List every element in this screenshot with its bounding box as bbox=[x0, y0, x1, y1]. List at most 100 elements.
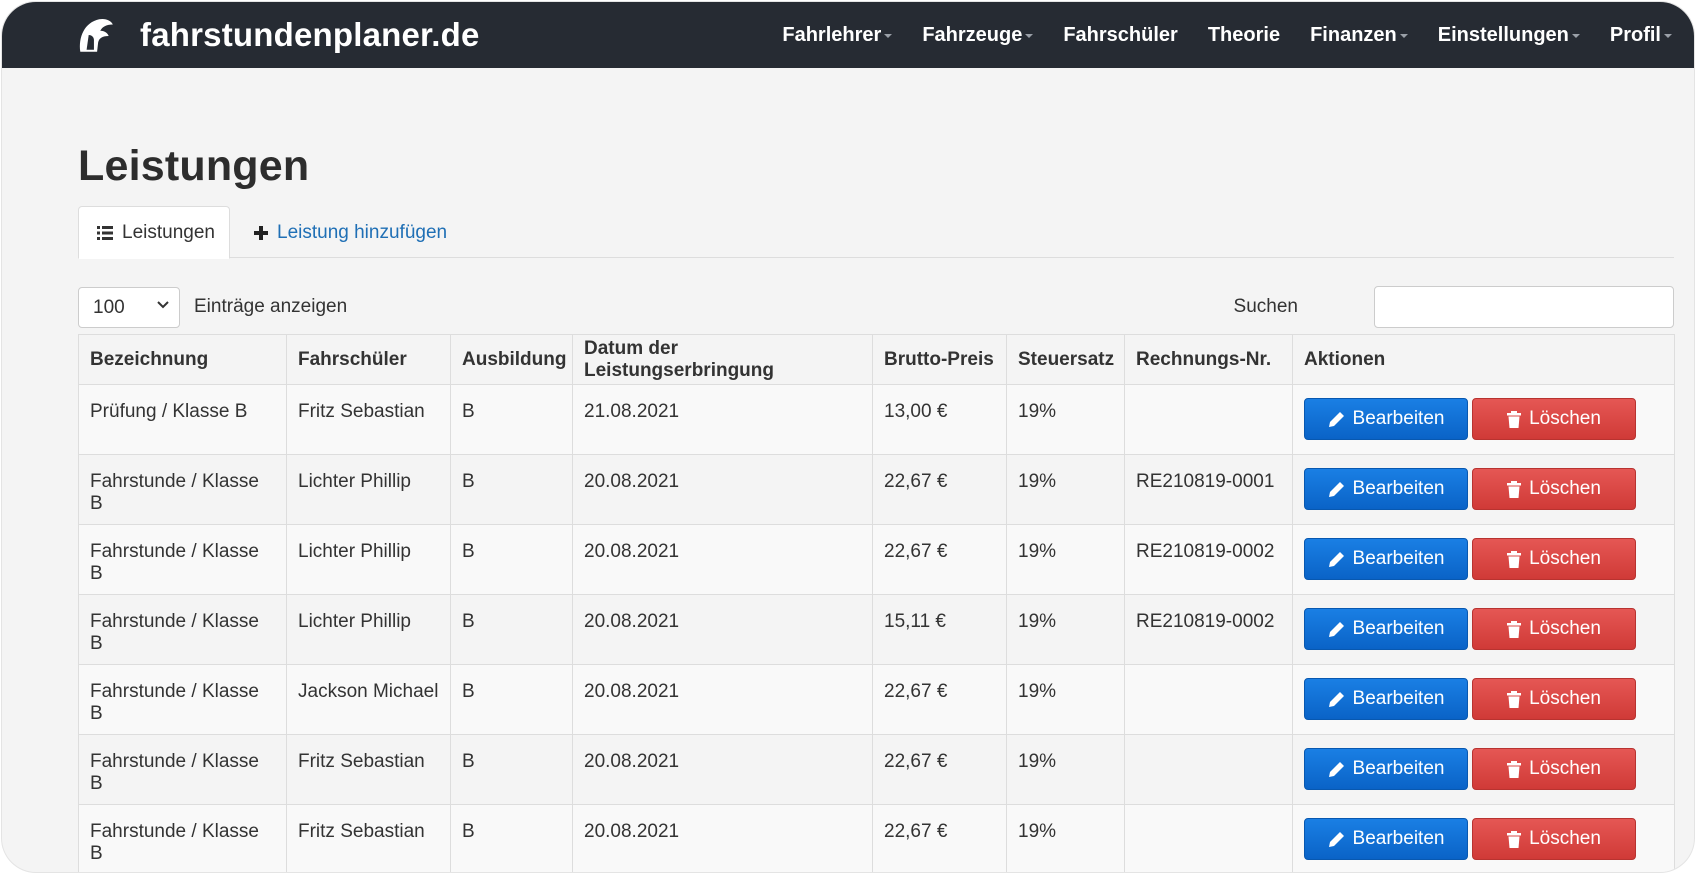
search-input[interactable] bbox=[1374, 286, 1674, 328]
delete-button[interactable]: Löschen bbox=[1472, 468, 1636, 510]
nav-item-label: Finanzen bbox=[1310, 23, 1397, 46]
delete-button[interactable]: Löschen bbox=[1472, 748, 1636, 790]
delete-button-label: Löschen bbox=[1529, 758, 1601, 779]
delete-button[interactable]: Löschen bbox=[1472, 398, 1636, 440]
table-row: Fahrstunde / Klasse B Fritz Sebastian B … bbox=[78, 804, 1675, 872]
column-header-rechnung[interactable]: Rechnungs-Nr. bbox=[1124, 334, 1293, 385]
services-table-wrapper: Bezeichnung Fahrschüler Ausbildung Datum… bbox=[78, 334, 1675, 872]
cell-steuersatz: 19% bbox=[1006, 454, 1125, 525]
cell-aktionen: Bearbeiten Löschen bbox=[1292, 384, 1675, 455]
cell-ausbildung: B bbox=[450, 454, 573, 525]
table-row: Fahrstunde / Klasse B Jackson Michael B … bbox=[78, 664, 1675, 735]
tab-leistung-hinzufuegen[interactable]: Leistung hinzufügen bbox=[254, 206, 447, 259]
helmet-logo-icon bbox=[79, 18, 113, 52]
cell-datum: 20.08.2021 bbox=[572, 664, 873, 735]
table-controls: 100 Einträge anzeigen Suchen bbox=[78, 286, 1674, 328]
column-header-fahrschueler[interactable]: Fahrschüler bbox=[286, 334, 451, 385]
cell-rechnung bbox=[1124, 384, 1293, 455]
tab-leistungen[interactable]: Leistungen bbox=[78, 206, 230, 259]
delete-button-label: Löschen bbox=[1529, 618, 1601, 639]
edit-button[interactable]: Bearbeiten bbox=[1304, 818, 1468, 860]
table-row: Fahrstunde / Klasse B Fritz Sebastian B … bbox=[78, 734, 1675, 805]
edit-button[interactable]: Bearbeiten bbox=[1304, 678, 1468, 720]
column-header-ausbildung[interactable]: Ausbildung bbox=[450, 334, 573, 385]
cell-ausbildung: B bbox=[450, 594, 573, 665]
chevron-down-icon bbox=[157, 301, 169, 309]
nav-item-label: Profil bbox=[1609, 23, 1661, 46]
nav-item-profil[interactable]: Profil bbox=[1610, 24, 1672, 47]
app-window: fahrstundenplaner.de Fahrlehrer Fahrzeug… bbox=[2, 2, 1694, 872]
nav-item-einstellungen[interactable]: Einstellungen bbox=[1438, 24, 1580, 47]
brand[interactable]: fahrstundenplaner.de bbox=[74, 14, 480, 56]
edit-button-label: Bearbeiten bbox=[1352, 408, 1445, 429]
cell-ausbildung: B bbox=[450, 804, 573, 872]
column-header-aktionen: Aktionen bbox=[1292, 334, 1675, 385]
cell-steuersatz: 19% bbox=[1006, 664, 1125, 735]
pencil-icon bbox=[1328, 691, 1345, 708]
nav-item-fahrschueler[interactable]: Fahrschüler bbox=[1063, 24, 1177, 47]
column-header-datum[interactable]: Datum der Leistungserbringung bbox=[572, 334, 873, 385]
nav-item-label: Fahrschüler bbox=[1063, 23, 1178, 46]
cell-fahrschueler: Lichter Phillip bbox=[286, 524, 451, 595]
cell-rechnung: RE210819-0002 bbox=[1124, 524, 1293, 595]
trash-icon bbox=[1507, 550, 1522, 568]
cell-aktionen: Bearbeiten Löschen bbox=[1292, 524, 1675, 595]
column-header-bezeichnung[interactable]: Bezeichnung bbox=[78, 334, 287, 385]
delete-button-label: Löschen bbox=[1529, 478, 1601, 499]
table-row: Prüfung / Klasse B Fritz Sebastian B 21.… bbox=[78, 384, 1675, 455]
trash-icon bbox=[1507, 620, 1522, 638]
entries-per-page-select[interactable]: 100 bbox=[78, 287, 180, 328]
nav-item-fahrlehrer[interactable]: Fahrlehrer bbox=[782, 24, 893, 47]
table-row: Fahrstunde / Klasse B Lichter Phillip B … bbox=[78, 454, 1675, 525]
edit-button-label: Bearbeiten bbox=[1352, 548, 1445, 569]
cell-preis: 13,00 € bbox=[872, 384, 1007, 455]
cell-aktionen: Bearbeiten Löschen bbox=[1292, 454, 1675, 525]
column-header-preis[interactable]: Brutto-Preis bbox=[872, 334, 1007, 385]
tab-label: Leistungen bbox=[122, 221, 215, 243]
nav-item-label: Einstellungen bbox=[1437, 23, 1569, 46]
caret-down-icon bbox=[1025, 34, 1034, 38]
pencil-icon bbox=[1328, 831, 1345, 848]
nav-item-theorie[interactable]: Theorie bbox=[1208, 24, 1280, 47]
services-table: Bezeichnung Fahrschüler Ausbildung Datum… bbox=[78, 334, 1675, 872]
edit-button[interactable]: Bearbeiten bbox=[1304, 468, 1468, 510]
cell-preis: 15,11 € bbox=[872, 594, 1007, 665]
edit-button-label: Bearbeiten bbox=[1352, 688, 1445, 709]
column-header-steuersatz[interactable]: Steuersatz bbox=[1006, 334, 1125, 385]
cell-bezeichnung: Fahrstunde / Klasse B bbox=[78, 454, 287, 525]
cell-steuersatz: 19% bbox=[1006, 524, 1125, 595]
delete-button[interactable]: Löschen bbox=[1472, 608, 1636, 650]
cell-aktionen: Bearbeiten Löschen bbox=[1292, 594, 1675, 665]
cell-bezeichnung: Fahrstunde / Klasse B bbox=[78, 804, 287, 872]
cell-preis: 22,67 € bbox=[872, 734, 1007, 805]
cell-fahrschueler: Fritz Sebastian bbox=[286, 734, 451, 805]
cell-fahrschueler: Lichter Phillip bbox=[286, 454, 451, 525]
cell-rechnung bbox=[1124, 664, 1293, 735]
cell-steuersatz: 19% bbox=[1006, 384, 1125, 455]
cell-ausbildung: B bbox=[450, 384, 573, 455]
cell-steuersatz: 19% bbox=[1006, 594, 1125, 665]
edit-button[interactable]: Bearbeiten bbox=[1304, 538, 1468, 580]
delete-button[interactable]: Löschen bbox=[1472, 678, 1636, 720]
edit-button-label: Bearbeiten bbox=[1352, 758, 1445, 779]
nav-item-fahrzeuge[interactable]: Fahrzeuge bbox=[922, 24, 1034, 47]
delete-button[interactable]: Löschen bbox=[1472, 818, 1636, 860]
edit-button[interactable]: Bearbeiten bbox=[1304, 748, 1468, 790]
nav-item-finanzen[interactable]: Finanzen bbox=[1310, 24, 1408, 47]
cell-ausbildung: B bbox=[450, 664, 573, 735]
delete-button-label: Löschen bbox=[1529, 408, 1601, 429]
edit-button[interactable]: Bearbeiten bbox=[1304, 608, 1468, 650]
edit-button-label: Bearbeiten bbox=[1352, 618, 1445, 639]
edit-button-label: Bearbeiten bbox=[1352, 478, 1445, 499]
entries-per-page-value: 100 bbox=[93, 296, 125, 318]
delete-button[interactable]: Löschen bbox=[1472, 538, 1636, 580]
cell-bezeichnung: Fahrstunde / Klasse B bbox=[78, 664, 287, 735]
table-row: Fahrstunde / Klasse B Lichter Phillip B … bbox=[78, 594, 1675, 665]
edit-button[interactable]: Bearbeiten bbox=[1304, 398, 1468, 440]
plus-icon bbox=[254, 225, 268, 240]
cell-preis: 22,67 € bbox=[872, 804, 1007, 872]
cell-fahrschueler: Fritz Sebastian bbox=[286, 804, 451, 872]
brand-name: fahrstundenplaner.de bbox=[140, 16, 480, 53]
trash-icon bbox=[1507, 760, 1522, 778]
pencil-icon bbox=[1328, 481, 1345, 498]
